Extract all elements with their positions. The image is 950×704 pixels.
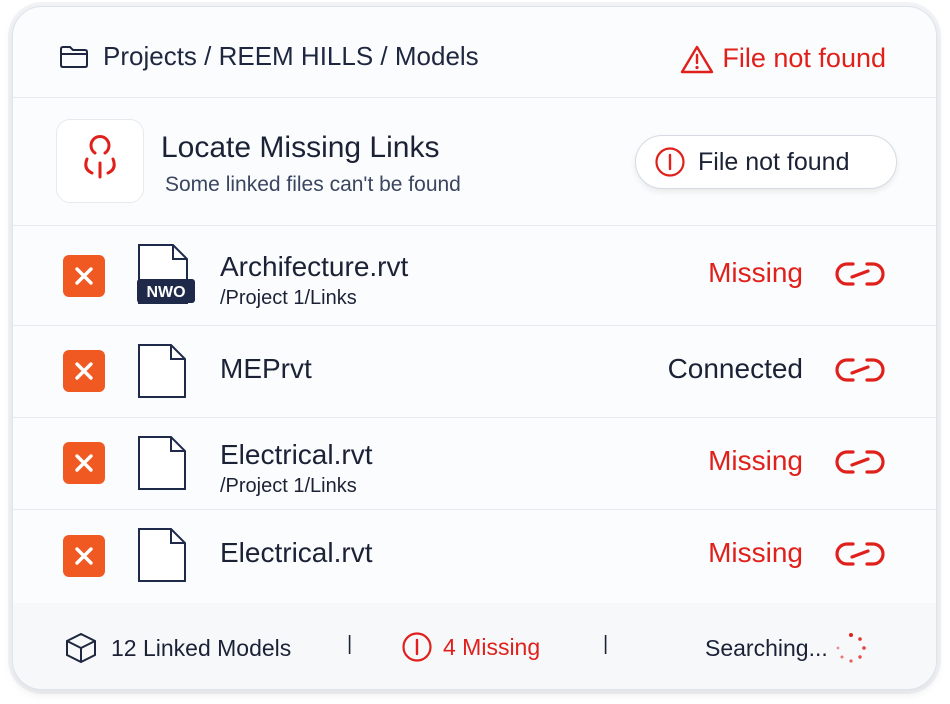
missing-count[interactable]: 4 Missing [401,631,540,663]
file-icon [138,344,186,398]
file-icon [138,528,186,582]
link-status: Missing [708,445,803,476]
file-name: MEPrvt [220,353,312,384]
alert-circle-icon [655,147,685,177]
remove-link-button[interactable] [63,535,105,577]
file-row[interactable]: MEPrvt Connected [13,325,936,418]
searching-label: Searching... [705,634,828,661]
cube-icon [66,632,96,664]
broken-link-icon [84,135,116,179]
close-icon [75,454,93,472]
link-status: Missing [708,257,803,288]
missing-count-label: 4 Missing [443,633,541,660]
file-name: Archifecture.rvt [220,251,409,282]
file-not-found-status: File not found [680,43,886,74]
file-row[interactable]: Electrical.rvt Missing [13,509,936,604]
separator: | [347,633,353,655]
close-icon [75,267,93,285]
warning-triangle-icon [681,45,714,73]
file-not-found-pill[interactable]: File not found [635,135,897,189]
close-icon [75,362,93,380]
file-path: /Project 1/Links [220,475,357,497]
breadcrumb-text: Projects / REEM HILLS / Models [103,41,479,71]
dialog-subtitle: Some linked files can't be found [165,173,461,196]
separator: | [603,633,609,655]
linked-models-count: 12 Linked Models [63,631,291,665]
top-status-label: File not found [722,43,886,73]
top-bar: Projects / REEM HILLS / Models File not … [13,7,936,98]
link-status: Missing [708,537,803,568]
dialog-header: Locate Missing Links Some linked files c… [13,97,936,226]
missing-links-panel: Projects / REEM HILLS / Models File not … [12,6,937,690]
remove-link-button[interactable] [63,255,105,297]
pill-label: File not found [698,147,850,176]
file-path: /Project 1/Links [220,287,357,309]
status-footer: 12 Linked Models | 4 Missing | Searching… [13,603,936,689]
folder-icon [60,45,88,68]
dialog-title: Locate Missing Links [161,131,440,164]
alert-circle-icon [402,632,432,662]
broken-link-icon[interactable] [833,537,887,571]
search-status: Searching... [705,631,868,665]
broken-link-icon[interactable] [833,353,887,387]
broken-link-icon[interactable] [833,445,887,479]
file-icon [138,436,186,490]
file-row[interactable]: Electrical.rvt /Project 1/Links Missing [13,417,936,510]
remove-link-button[interactable] [63,442,105,484]
broken-link-icon[interactable] [833,257,887,291]
breadcrumb[interactable]: Projects / REEM HILLS / Models [59,41,479,72]
file-row[interactable]: NWO Archifecture.rvt /Project 1/Links Mi… [13,225,936,326]
header-icon-tile [56,119,144,203]
file-name: Electrical.rvt [220,439,373,470]
linked-models-label: 12 Linked Models [111,634,292,661]
link-status: Connected [667,353,803,384]
file-name: Electrical.rvt [220,537,373,568]
close-icon [75,547,93,565]
file-icon: NWO [137,244,195,304]
remove-link-button[interactable] [63,350,105,392]
file-type-badge: NWO [146,284,185,301]
spinner-icon [836,633,866,663]
